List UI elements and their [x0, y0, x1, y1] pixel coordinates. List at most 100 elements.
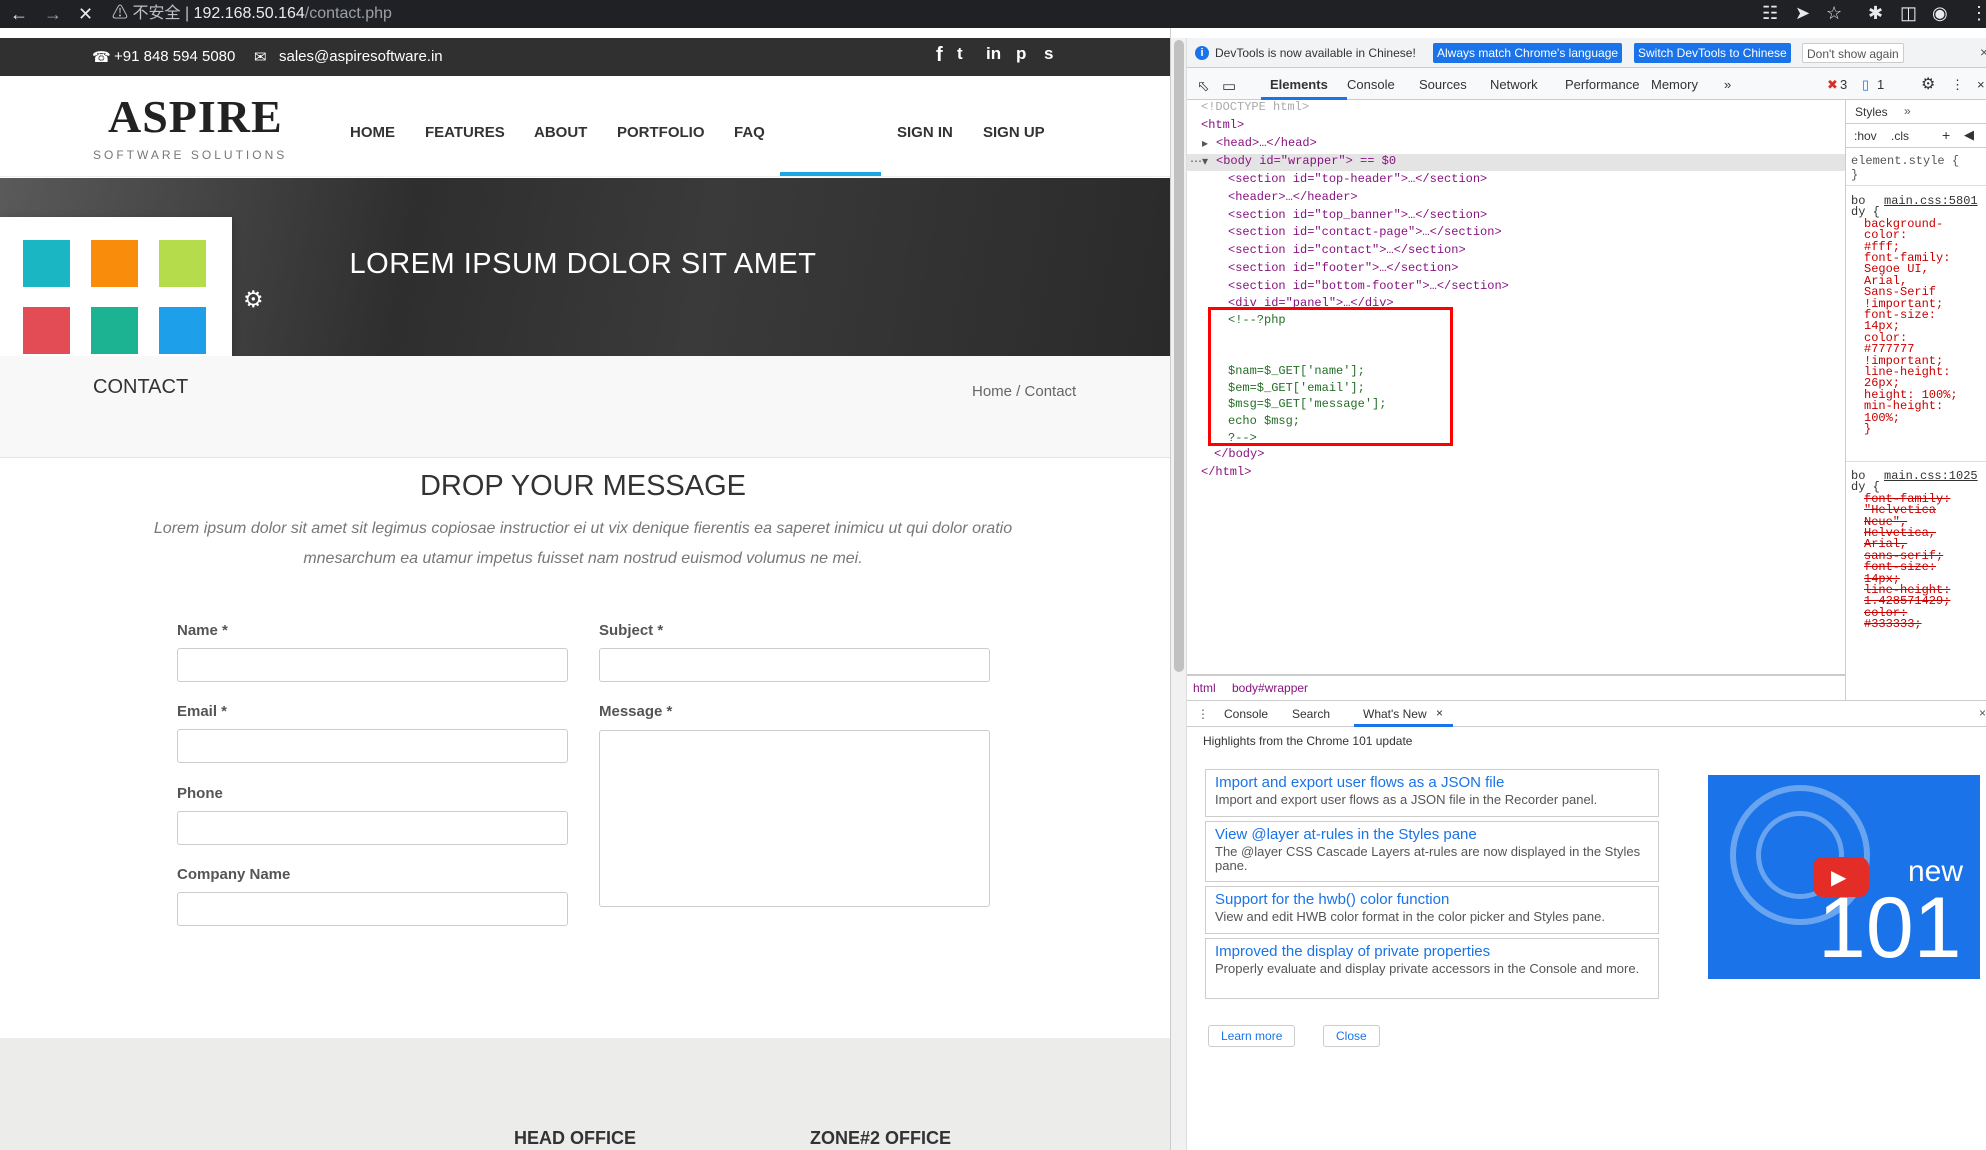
tab-styles[interactable]: Styles	[1855, 105, 1888, 119]
scrollbar-thumb[interactable]	[1174, 40, 1184, 672]
close-drawer-icon[interactable]: ×	[1979, 706, 1986, 720]
source-link-2[interactable]: main.css:1025	[1884, 469, 1978, 483]
card-private-props[interactable]: Improved the display of private properti…	[1205, 938, 1659, 999]
subject-field[interactable]	[599, 648, 990, 682]
tab-performance[interactable]: Performance	[1565, 77, 1639, 92]
linkedin-icon[interactable]: in	[986, 44, 1001, 64]
nav-faq[interactable]: FAQ	[734, 124, 765, 141]
nav-home[interactable]: HOME	[350, 124, 395, 141]
address-bar[interactable]: ⚠ 不安全 | 192.168.50.164/contact.php	[112, 2, 392, 26]
nav-portfolio[interactable]: PORTFOLIO	[617, 124, 705, 141]
breadcrumb[interactable]: Home / Contact	[972, 383, 1076, 400]
gear-icon[interactable]: ⚙	[243, 286, 264, 313]
dom-contact-page[interactable]: <section id="contact-page">…</section>	[1228, 225, 1502, 239]
swatch-green[interactable]	[91, 307, 138, 354]
drawer-tab-search[interactable]: Search	[1292, 707, 1330, 721]
dom-top-header[interactable]: <section id="top-header">…</section>	[1228, 172, 1487, 186]
swatch-lime[interactable]	[159, 240, 206, 287]
forward-icon[interactable]: →	[44, 4, 62, 25]
crumb-body[interactable]: body#wrapper	[1232, 681, 1308, 695]
swatch-blue[interactable]	[159, 307, 206, 354]
send-icon[interactable]: ➤	[1795, 3, 1810, 24]
translate-icon[interactable]: ☷	[1762, 3, 1778, 24]
collapse-body-icon[interactable]: ▾	[1202, 154, 1208, 169]
dom-footer[interactable]: <section id="footer">…</section>	[1228, 261, 1458, 275]
style-rule1-line[interactable]: }	[1864, 422, 1871, 436]
message-textarea[interactable]	[599, 730, 990, 907]
dom-contact[interactable]: <section id="contact">…</section>	[1228, 243, 1466, 257]
styles-more-icon[interactable]: »	[1904, 104, 1911, 118]
tab-elements[interactable]: Elements	[1270, 77, 1328, 92]
dom-doctype[interactable]: <!DOCTYPE html>	[1201, 100, 1309, 114]
close-info-icon[interactable]: ×	[1980, 44, 1986, 60]
card-hwb-color[interactable]: Support for the hwb() color function Vie…	[1205, 886, 1659, 934]
learn-more-button[interactable]: Learn more	[1208, 1025, 1296, 1047]
menu-dots-icon[interactable]: ⋮	[1970, 3, 1986, 24]
more-tabs-icon[interactable]: »	[1724, 77, 1731, 92]
nav-features[interactable]: FEATURES	[425, 124, 505, 141]
node-dots-icon[interactable]: ⋯	[1190, 154, 1202, 169]
pinterest-icon[interactable]: p	[1016, 44, 1026, 64]
expand-head-icon[interactable]: ▸	[1202, 136, 1208, 151]
dom-top-banner[interactable]: <section id="top_banner">…</section>	[1228, 208, 1487, 222]
twitter-icon[interactable]: t	[957, 44, 963, 64]
hov-toggle[interactable]: :hov	[1854, 129, 1877, 143]
logo-title[interactable]: ASPIRE	[108, 90, 283, 143]
swatch-red[interactable]	[23, 307, 70, 354]
element-style-rule[interactable]: element.style {	[1851, 154, 1959, 168]
inspect-icon[interactable]: ⬁	[1197, 77, 1210, 95]
skype-icon[interactable]: s	[1044, 44, 1053, 64]
source-link-1[interactable]: main.css:5801	[1884, 194, 1978, 208]
error-count[interactable]: 3	[1840, 77, 1847, 92]
dom-body-close[interactable]: </body>	[1214, 447, 1264, 461]
dom-body[interactable]: <body id="wrapper"> == $0	[1216, 154, 1396, 168]
tab-network[interactable]: Network	[1490, 77, 1538, 92]
card-user-flows[interactable]: Import and export user flows as a JSON f…	[1205, 769, 1659, 817]
dom-html-open[interactable]: <html>	[1201, 118, 1244, 132]
swatch-teal[interactable]	[23, 240, 70, 287]
tab-console[interactable]: Console	[1347, 77, 1395, 92]
phone-field[interactable]	[177, 811, 568, 845]
error-icon[interactable]: ✖	[1827, 77, 1838, 93]
card-title[interactable]: View @layer at-rules in the Styles pane	[1206, 822, 1658, 843]
bookmark-star-icon[interactable]: ☆	[1826, 3, 1842, 24]
company-field[interactable]	[177, 892, 568, 926]
dont-show-button[interactable]: Don't show again	[1802, 43, 1904, 63]
drawer-menu-icon[interactable]: ⋮	[1197, 707, 1209, 721]
dom-header[interactable]: <header>…</header>	[1228, 190, 1358, 204]
dom-bottom-footer[interactable]: <section id="bottom-footer">…</section>	[1228, 279, 1509, 293]
match-language-button[interactable]: Always match Chrome's language	[1433, 43, 1623, 63]
switch-chinese-button[interactable]: Switch DevTools to Chinese	[1634, 43, 1791, 63]
card-layer-rules[interactable]: View @layer at-rules in the Styles pane …	[1205, 821, 1659, 882]
nav-about[interactable]: ABOUT	[534, 124, 587, 141]
facebook-icon[interactable]: f	[936, 44, 943, 67]
nav-sign-up[interactable]: SIGN UP	[983, 124, 1045, 141]
card-title[interactable]: Import and export user flows as a JSON f…	[1206, 770, 1658, 791]
name-field[interactable]	[177, 648, 568, 682]
device-toggle-icon[interactable]: ▭	[1222, 77, 1236, 95]
message-count[interactable]: 1	[1877, 77, 1884, 92]
email-text[interactable]: sales@aspiresoftware.in	[279, 48, 443, 65]
side-panel-icon[interactable]: ◫	[1900, 3, 1917, 24]
swatch-orange[interactable]	[91, 240, 138, 287]
chrome-101-promo-image[interactable]: ▶ new 101	[1708, 775, 1980, 979]
drawer-tab-whats-new[interactable]: What's New	[1363, 707, 1427, 721]
nav-sign-in[interactable]: SIGN IN	[897, 124, 953, 141]
back-icon[interactable]: ←	[10, 4, 28, 25]
card-title[interactable]: Support for the hwb() color function	[1206, 887, 1658, 908]
devtools-menu-icon[interactable]: ⋮	[1951, 77, 1964, 93]
crumb-html[interactable]: html	[1193, 681, 1216, 695]
add-rule-icon[interactable]: +	[1942, 127, 1950, 143]
close-button[interactable]: Close	[1323, 1025, 1380, 1047]
profile-avatar-icon[interactable]: ◉	[1932, 3, 1948, 24]
close-whats-new-icon[interactable]: ×	[1436, 706, 1443, 720]
dom-html-close[interactable]: </html>	[1201, 465, 1251, 479]
email-field[interactable]	[177, 729, 568, 763]
style-rule2-line[interactable]: #333333;	[1864, 617, 1922, 631]
extensions-icon[interactable]: ✱	[1868, 3, 1883, 24]
message-icon[interactable]: ▯	[1862, 77, 1869, 93]
close-devtools-icon[interactable]: ×	[1977, 77, 1985, 92]
dom-head[interactable]: <head>…</head>	[1216, 136, 1317, 150]
tab-memory[interactable]: Memory	[1651, 77, 1698, 92]
settings-gear-icon[interactable]: ⚙	[1921, 74, 1935, 94]
